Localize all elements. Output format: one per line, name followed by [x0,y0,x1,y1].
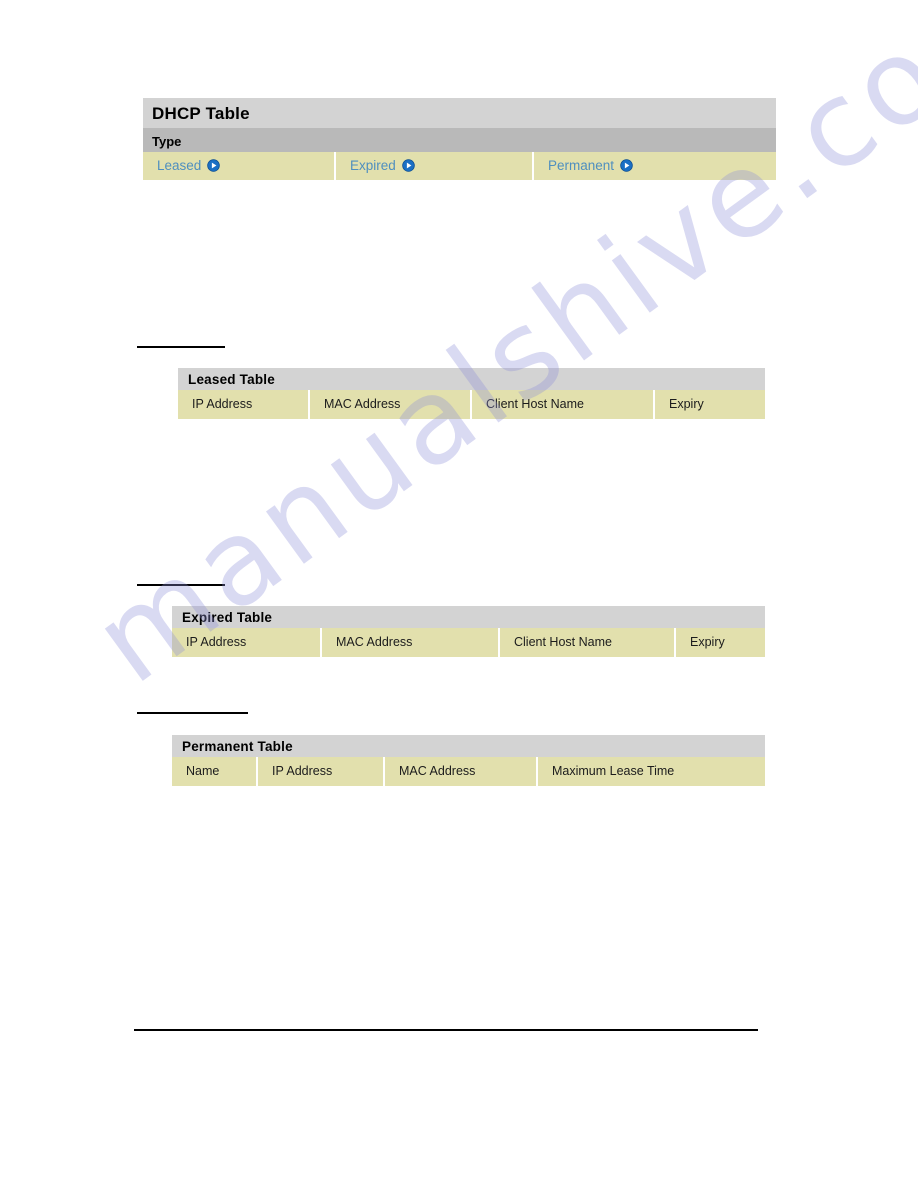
footer-divider-rule [134,1029,758,1031]
column-header-expiry: Expiry [655,390,765,419]
dhcp-type-expired-cell[interactable]: Expired [336,152,534,180]
permanent-table-panel: Permanent Table Name IP Address MAC Addr… [172,735,765,786]
dhcp-type-permanent-cell[interactable]: Permanent [534,152,776,180]
leased-table-title: Leased Table [178,368,765,390]
play-circle-icon[interactable] [620,159,633,173]
play-circle-icon[interactable] [402,159,415,173]
leased-table-panel: Leased Table IP Address MAC Address Clie… [178,368,765,419]
section-divider-rule [137,346,225,348]
dhcp-type-permanent-link[interactable]: Permanent [548,159,614,173]
expired-table-title: Expired Table [172,606,765,628]
column-header-name: Name [172,757,258,786]
expired-table-panel: Expired Table IP Address MAC Address Cli… [172,606,765,657]
dhcp-type-leased-link[interactable]: Leased [157,159,201,173]
column-header-client-host-name: Client Host Name [472,390,655,419]
dhcp-type-row: Leased Expired Permanent [143,152,776,180]
permanent-table-header-row: Name IP Address MAC Address Maximum Leas… [172,757,765,786]
column-header-client-host-name: Client Host Name [500,628,676,657]
dhcp-table-panel: DHCP Table Type Leased Expired Permanent [143,98,776,180]
dhcp-type-expired-link[interactable]: Expired [350,159,396,173]
section-divider-rule [137,584,225,586]
column-header-mac-address: MAC Address [310,390,472,419]
column-header-mac-address: MAC Address [385,757,538,786]
leased-table-header-row: IP Address MAC Address Client Host Name … [178,390,765,419]
column-header-maximum-lease-time: Maximum Lease Time [538,757,765,786]
column-header-mac-address: MAC Address [322,628,500,657]
column-header-ip-address: IP Address [258,757,385,786]
play-circle-icon[interactable] [207,159,221,173]
column-header-expiry: Expiry [676,628,765,657]
dhcp-table-title: DHCP Table [143,98,776,128]
dhcp-type-leased-cell[interactable]: Leased [143,152,336,180]
permanent-table-title: Permanent Table [172,735,765,757]
column-header-ip-address: IP Address [172,628,322,657]
section-divider-rule [137,712,248,714]
dhcp-type-column-header: Type [143,128,776,152]
column-header-ip-address: IP Address [178,390,310,419]
expired-table-header-row: IP Address MAC Address Client Host Name … [172,628,765,657]
